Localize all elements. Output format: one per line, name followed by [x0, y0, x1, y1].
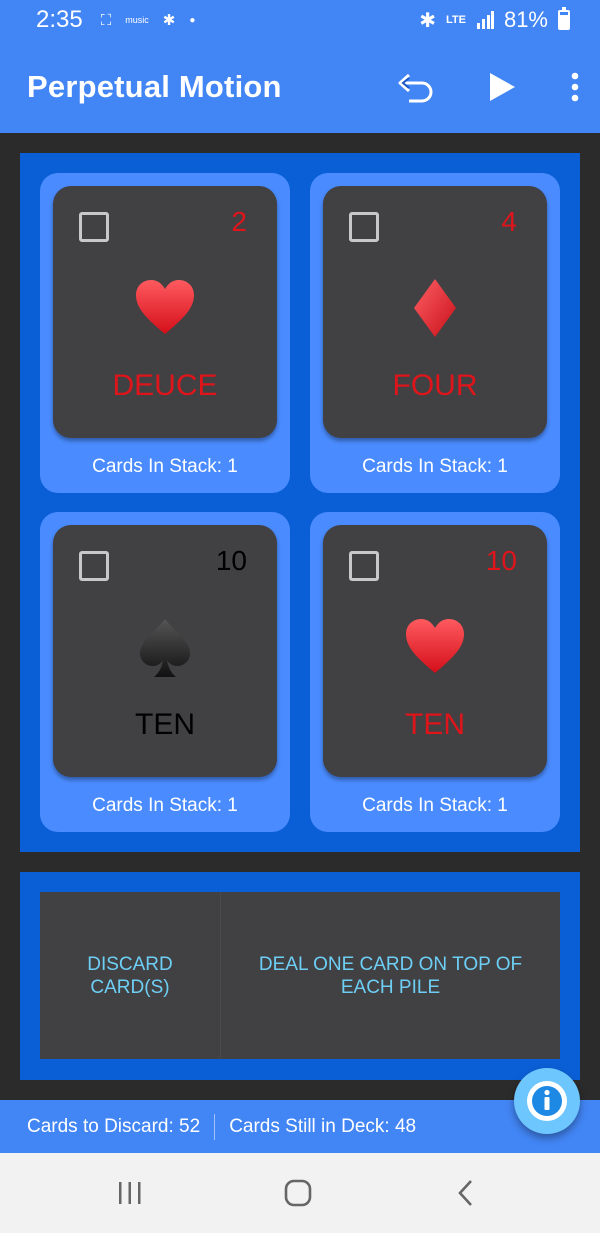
card-rank-name: DEUCE: [112, 369, 218, 402]
cards-in-deck: Cards Still in Deck: 48: [229, 1115, 417, 1137]
heart-icon: [323, 617, 547, 687]
music-icon: music: [125, 15, 149, 25]
deal-button[interactable]: DEAL ONE CARD ON TOP OF EACH PILE: [221, 892, 560, 1059]
card-rank: 10: [485, 545, 517, 576]
pile-2: 4 FOUR Cards In Stack: 1: [310, 173, 560, 493]
play-button[interactable]: [472, 57, 532, 117]
more-vert-icon: [571, 72, 579, 101]
undo-button[interactable]: [386, 57, 446, 117]
card-rank-name: TEN: [405, 708, 465, 741]
card-rank: 2: [231, 206, 247, 237]
card-rank-name: FOUR: [392, 369, 478, 402]
card-checkbox[interactable]: [79, 212, 109, 242]
stack-count: Cards In Stack: 1: [92, 456, 238, 477]
card-checkbox[interactable]: [79, 551, 109, 581]
card-rank-name: TEN: [135, 708, 195, 741]
heart-icon: [53, 278, 277, 348]
home-icon: [284, 1179, 312, 1207]
card-four-of-diamonds[interactable]: 4 FOUR: [323, 186, 547, 438]
system-nav-bar: [0, 1153, 600, 1233]
pile-3: 10 TEN Cards In Stack: 1: [40, 512, 290, 832]
cards-to-discard: Cards to Discard: 52: [27, 1115, 201, 1137]
card-rank: 10: [215, 545, 247, 576]
home-button[interactable]: [268, 1173, 328, 1213]
network-type: LTE: [445, 14, 466, 26]
card-ten-of-spades[interactable]: 10 TEN: [53, 525, 277, 777]
card-rank: 4: [501, 206, 517, 237]
spade-icon: [53, 617, 277, 687]
stack-count: Cards In Stack: 1: [362, 795, 508, 816]
battery-percent: 81%: [503, 7, 548, 32]
card-checkbox[interactable]: [349, 212, 379, 242]
card-deuce-of-hearts[interactable]: 2 DEUCE: [53, 186, 277, 438]
signal-icon: [476, 11, 494, 29]
status-time: 2:35: [36, 6, 83, 33]
app-title: Perpetual Motion: [27, 68, 282, 104]
diamond-icon: [323, 278, 547, 348]
recents-button[interactable]: [100, 1173, 160, 1213]
more-options-button[interactable]: [550, 57, 600, 117]
action-buttons: DISCARD CARD(S) DEAL ONE CARD ON TOP OF …: [40, 892, 560, 1059]
app-bar: Perpetual Motion: [0, 40, 600, 133]
footer-bar: Cards to Discard: 52 Cards Still in Deck…: [0, 1100, 600, 1153]
notification-icons: ⛶ music ✱ ●: [100, 11, 196, 30]
actions-panel: DISCARD CARD(S) DEAL ONE CARD ON TOP OF …: [20, 872, 580, 1080]
recents-icon: [119, 1182, 141, 1204]
card-checkbox[interactable]: [349, 551, 379, 581]
discard-button[interactable]: DISCARD CARD(S): [40, 892, 221, 1059]
pile-grid: 2 DEUCE Cards In Stack: 1 4 FOUR Cards I…: [20, 153, 580, 852]
play-icon: [490, 72, 515, 101]
system-icons: ✱ LTE 81%: [419, 7, 570, 33]
back-button[interactable]: [436, 1173, 496, 1213]
pile-4: 10 TEN Cards In Stack: 1: [310, 512, 560, 832]
battery-icon: [558, 7, 570, 30]
undo-icon: [398, 73, 433, 102]
back-icon: [458, 1180, 472, 1206]
stack-count: Cards In Stack: 1: [92, 795, 238, 816]
info-icon: [527, 1081, 567, 1121]
pile-1: 2 DEUCE Cards In Stack: 1: [40, 173, 290, 493]
bluetooth-icon: ✱: [419, 9, 436, 32]
stack-count: Cards In Stack: 1: [362, 456, 508, 477]
status-bar: 2:35 ⛶ music ✱ ● ✱ LTE 81%: [0, 0, 600, 40]
app-bar-actions: [386, 40, 600, 133]
dot-icon: ●: [189, 14, 196, 26]
screenshot-icon: ⛶: [100, 11, 112, 29]
card-ten-of-hearts[interactable]: 10 TEN: [323, 525, 547, 777]
slack-icon: ✱: [162, 12, 176, 29]
info-button[interactable]: [514, 1068, 580, 1134]
